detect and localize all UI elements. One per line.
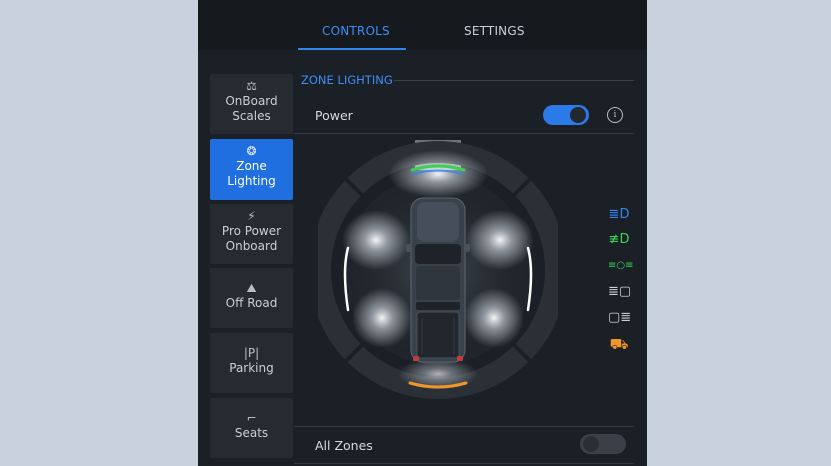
row-divider	[294, 426, 634, 427]
toggle-knob	[570, 107, 586, 123]
section-divider	[394, 80, 634, 81]
left-rear-glow	[352, 288, 412, 348]
sidebar-item-label: Seats	[234, 426, 269, 440]
row-divider	[294, 133, 634, 134]
sidebar-item-pro-power-onboard[interactable]: ⚡ Pro Power Onboard	[210, 204, 293, 264]
all-zones-toggle[interactable]	[580, 434, 626, 454]
front-zone-glow	[388, 150, 488, 198]
info-icon[interactable]: i	[607, 107, 623, 123]
power-label: Power	[315, 108, 353, 123]
sidebar-item-zone-lighting[interactable]: ❂ Zone Lighting	[210, 139, 293, 200]
zone-lighting-diagram	[318, 140, 558, 399]
active-tab-indicator	[298, 48, 406, 50]
rear-zone-light-icon: ▢≣	[608, 310, 632, 325]
right-rear-glow	[464, 288, 524, 348]
zone-lighting-icon: ❂	[246, 144, 257, 158]
fog-light-icon: ≢D	[608, 232, 630, 247]
sidebar-item-onboard-scales[interactable]: ⚖ OnBoard Scales	[210, 74, 293, 134]
parking-icon: |P|	[243, 346, 260, 360]
sidebar-item-label: OnBoard Scales	[225, 94, 278, 123]
tab-controls[interactable]: CONTROLS	[322, 24, 390, 38]
right-front-glow	[466, 210, 534, 270]
top-tab-bar: CONTROLS SETTINGS	[198, 0, 647, 50]
tab-settings[interactable]: SETTINGS	[464, 24, 525, 38]
sidebar-item-seats[interactable]: ⌐ Seats	[210, 398, 293, 458]
toggle-knob	[583, 436, 599, 452]
app-panel: CONTROLS SETTINGS ⚖ OnBoard Scales ❂ Zon…	[198, 0, 647, 466]
row-divider	[294, 463, 634, 464]
truck-top-view	[406, 197, 470, 363]
power-toggle[interactable]	[543, 105, 589, 125]
pro-power-icon: ⚡	[247, 209, 256, 223]
headlight-icon: ≣D	[608, 207, 630, 222]
seat-icon: ⌐	[246, 411, 257, 425]
front-zone-light-icon: ≣▢	[608, 284, 632, 299]
sidebar-item-label: Zone Lighting	[227, 159, 276, 188]
vehicle-warning-icon: ⛟	[609, 335, 629, 353]
sidebar-item-parking[interactable]: |P| Parking	[210, 333, 293, 393]
off-road-icon: ⛰	[246, 281, 257, 295]
parking-light-icon: ≡○≡	[608, 260, 634, 271]
onboard-scales-icon: ⚖	[246, 79, 257, 93]
rear-zone-glow	[398, 358, 478, 390]
section-title: ZONE LIGHTING	[301, 73, 393, 87]
sidebar-item-off-road[interactable]: ⛰ Off Road	[210, 268, 293, 328]
sidebar-item-label: Parking	[229, 361, 274, 375]
sidebar-item-label: Pro Power Onboard	[221, 224, 282, 253]
all-zones-label: All Zones	[315, 438, 373, 453]
left-front-glow	[342, 210, 410, 270]
sidebar-item-label: Off Road	[225, 296, 278, 310]
